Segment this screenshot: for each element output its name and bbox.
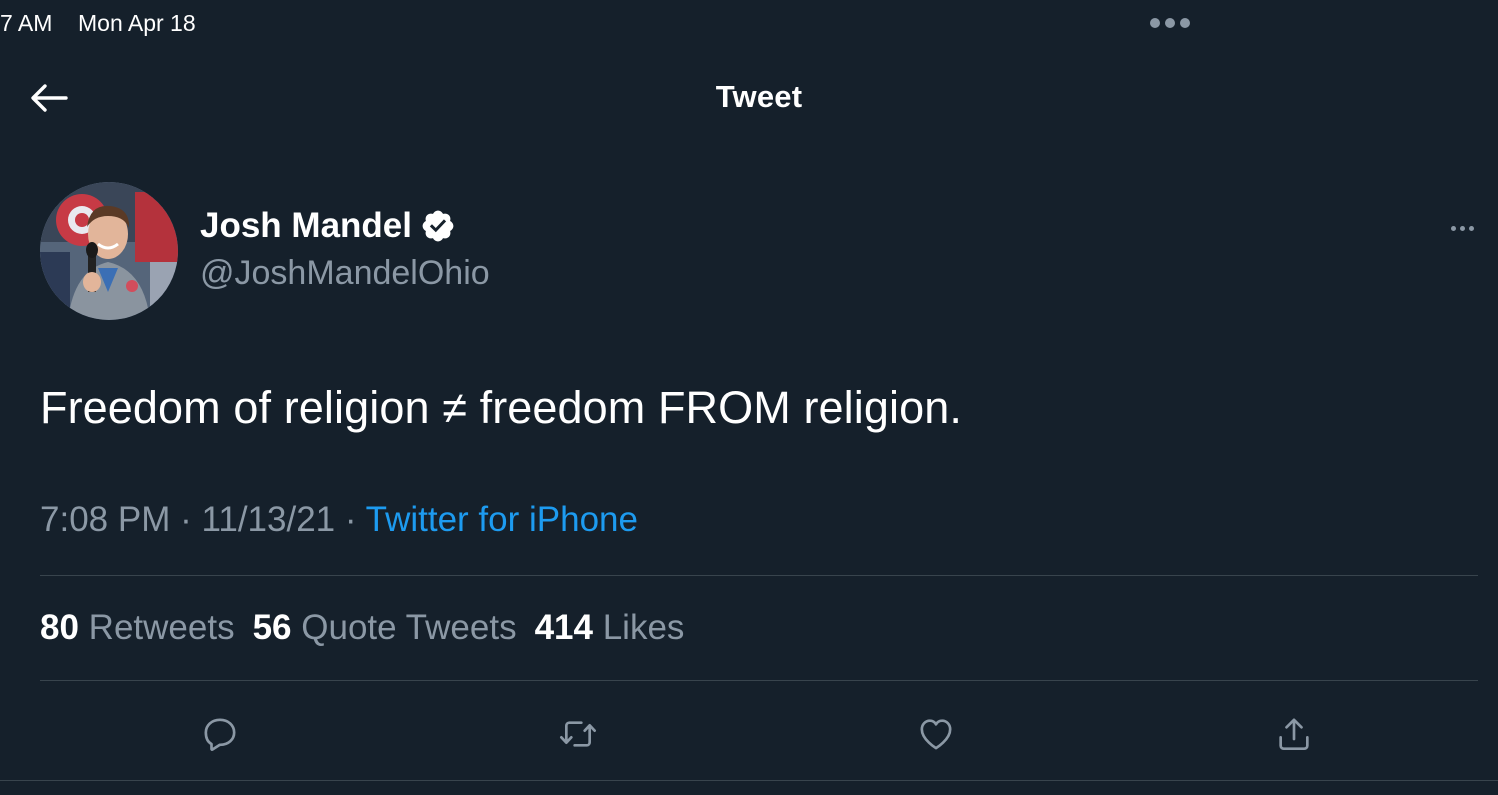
quote-tweets-label: Quote Tweets: [301, 608, 517, 647]
meta-separator: ·: [180, 500, 192, 539]
tweet-stats: 80 Retweets 56 Quote Tweets 414 Likes: [40, 608, 684, 648]
divider: [40, 680, 1478, 681]
share-icon: [1279, 718, 1309, 750]
like-button[interactable]: [912, 710, 960, 758]
more-options-icon[interactable]: [1440, 214, 1484, 242]
avatar[interactable]: [40, 182, 178, 320]
retweets-label: Retweets: [88, 608, 235, 647]
retweets-stat[interactable]: 80 Retweets: [40, 608, 235, 648]
status-time: 7 AM: [0, 10, 53, 36]
retweet-button[interactable]: [554, 710, 602, 758]
reply-icon: [204, 718, 236, 751]
likes-label: Likes: [602, 608, 685, 647]
quote-tweets-count: 56: [252, 608, 292, 647]
meta-separator: ·: [344, 500, 357, 539]
author-name[interactable]: Josh Mandel: [200, 206, 412, 246]
tweet-date: 11/13/21: [201, 500, 336, 539]
tweet-source-link[interactable]: Twitter for iPhone: [366, 500, 638, 539]
status-bar: 7 AM Mon Apr 18: [0, 8, 1498, 40]
verified-badge-icon: [422, 210, 454, 242]
tweet-text: Freedom of religion ≠ freedom FROM relig…: [40, 382, 962, 433]
status-date: Mon Apr 18: [78, 10, 196, 36]
likes-stat[interactable]: 414 Likes: [535, 608, 685, 648]
tweet-metadata: 7:08 PM · 11/13/21 · Twitter for iPhone: [40, 500, 638, 540]
author-handle[interactable]: @JoshMandelOhio: [200, 254, 490, 293]
author-name-row[interactable]: Josh Mandel: [200, 206, 456, 246]
quote-tweets-stat[interactable]: 56 Quote Tweets: [253, 608, 517, 648]
avatar-photo: [40, 182, 178, 320]
reply-button[interactable]: [196, 710, 244, 758]
page-title: Tweet: [715, 79, 803, 114]
multitasking-dots-icon[interactable]: [1150, 18, 1190, 28]
retweets-count: 80: [40, 608, 79, 647]
tweet-time: 7:08 PM: [40, 500, 171, 539]
divider: [40, 575, 1478, 576]
retweet-icon: [560, 721, 596, 747]
nav-bar: Tweet: [0, 70, 1498, 128]
divider: [0, 780, 1498, 781]
share-button[interactable]: [1270, 710, 1318, 758]
likes-count: 414: [534, 608, 593, 647]
heart-icon: [920, 719, 952, 750]
